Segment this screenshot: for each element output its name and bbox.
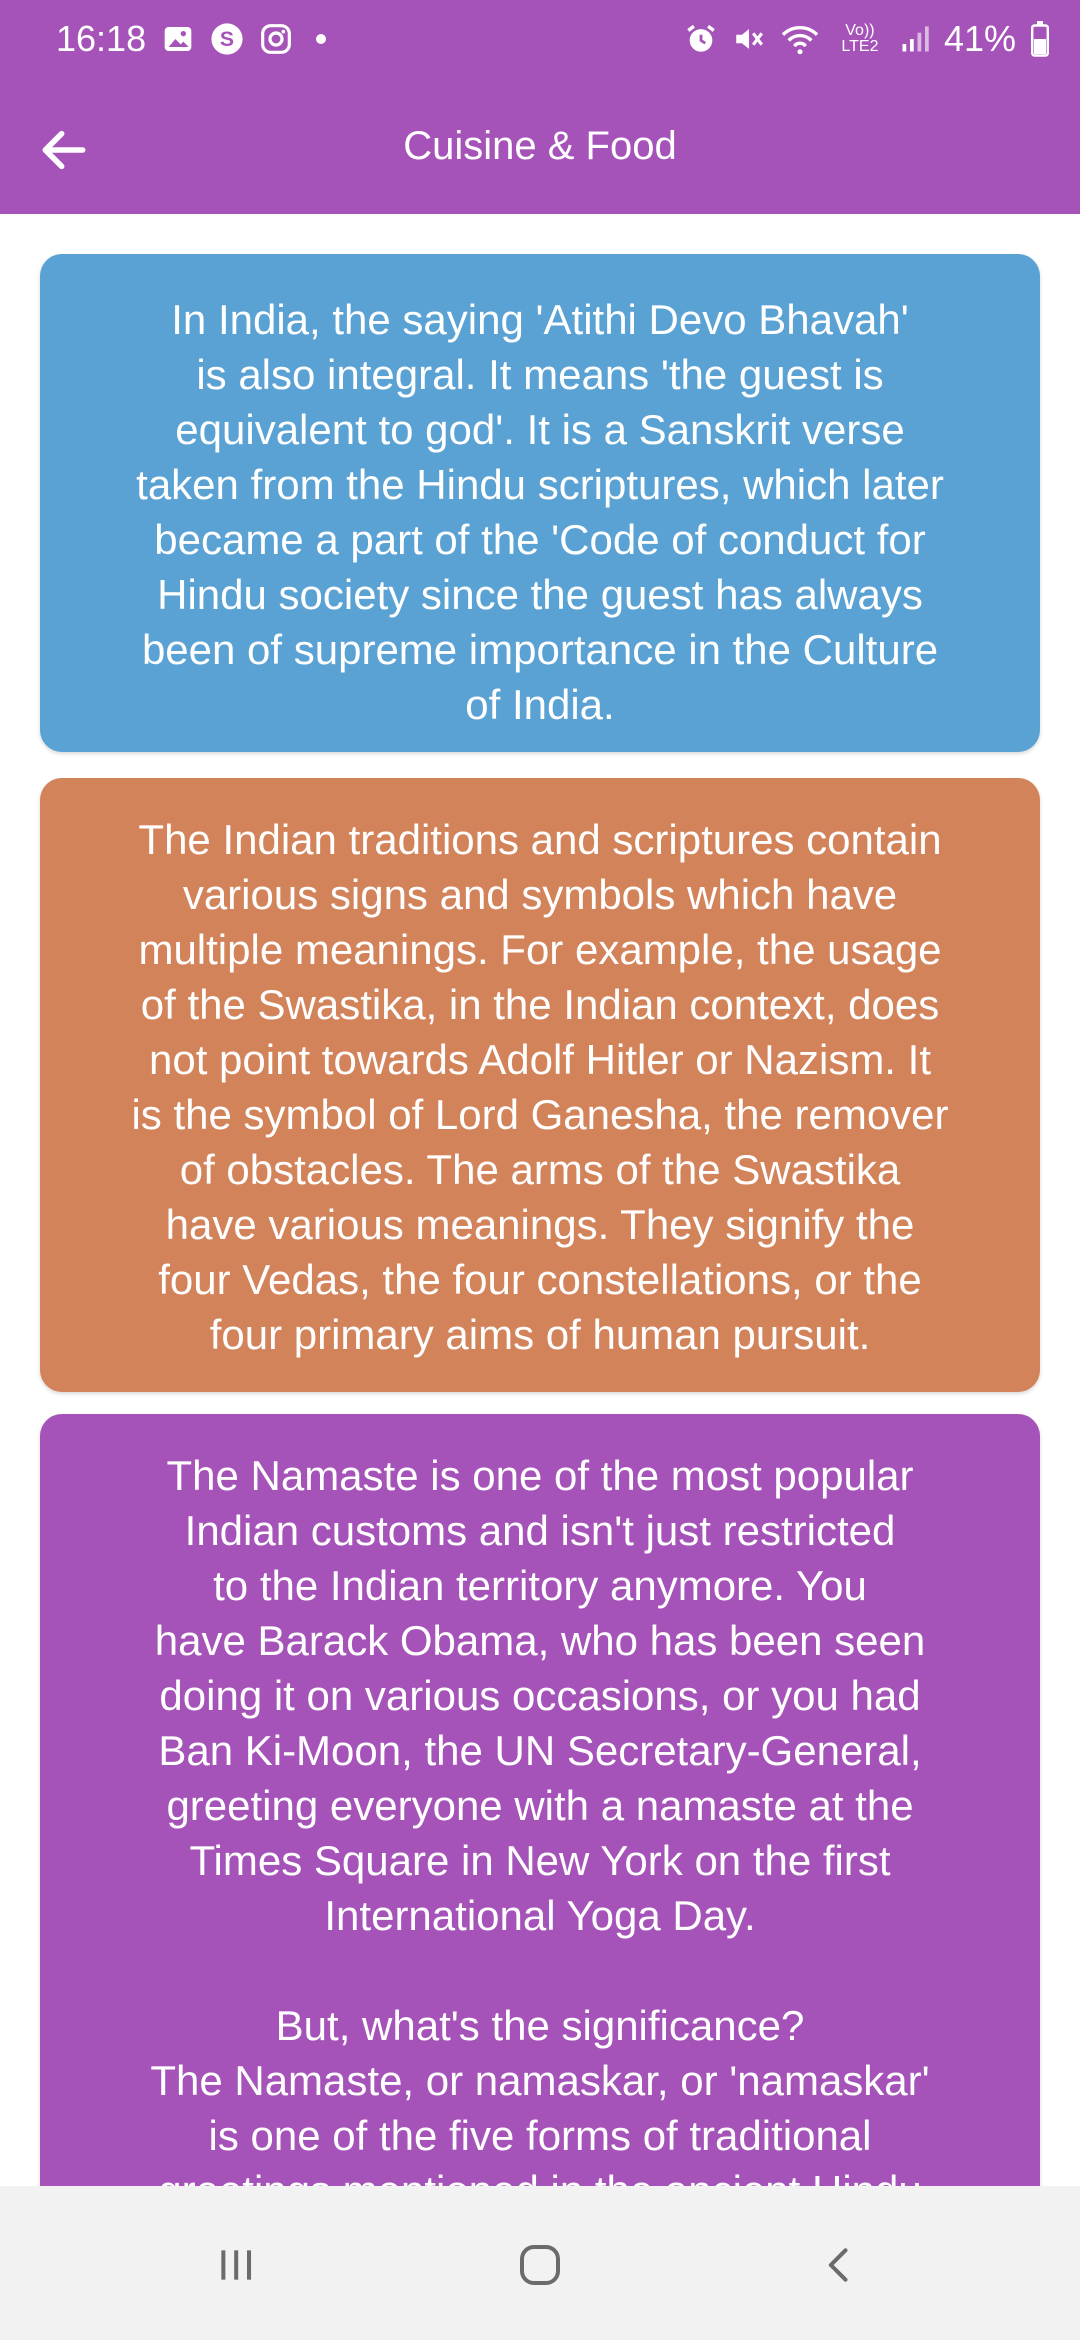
status-bar: 16:18 S Vo)) LTE2 41% [0, 0, 1080, 80]
status-right: Vo)) LTE2 41% [684, 18, 1050, 60]
info-card-namaste[interactable]: The Namaste is one of the most popular I… [40, 1414, 1040, 2186]
mute-icon [732, 22, 766, 56]
gallery-icon [162, 23, 194, 55]
battery-percent: 41% [943, 18, 1016, 59]
page-title: Cuisine & Food [403, 124, 677, 168]
svg-text:S: S [220, 27, 234, 51]
content-list[interactable]: In India, the saying 'Atithi Devo Bhavah… [0, 214, 1080, 2186]
battery-icon [1030, 21, 1050, 57]
info-card-guest[interactable]: In India, the saying 'Atithi Devo Bhavah… [40, 254, 1040, 752]
signal-icon [900, 24, 930, 54]
info-card-swastika[interactable]: The Indian traditions and scriptures con… [40, 778, 1040, 1392]
status-left: 16:18 S [56, 18, 327, 60]
recent-apps-button[interactable] [196, 2230, 276, 2300]
app-bar: Cuisine & Food [0, 80, 1080, 214]
skype-icon: S [210, 22, 244, 56]
alarm-icon [684, 22, 718, 56]
status-time: 16:18 [56, 18, 147, 59]
instagram-icon [260, 23, 292, 55]
home-button[interactable] [500, 2230, 580, 2300]
nav-back-button[interactable] [800, 2230, 880, 2300]
back-icon [828, 2248, 848, 2282]
wifi-icon [780, 22, 820, 56]
system-nav-bar [0, 2186, 1080, 2340]
recent-apps-icon [221, 2250, 252, 2280]
home-icon [520, 2245, 560, 2285]
notification-dot [316, 34, 327, 44]
network-label: Vo)) LTE2 [841, 22, 879, 55]
